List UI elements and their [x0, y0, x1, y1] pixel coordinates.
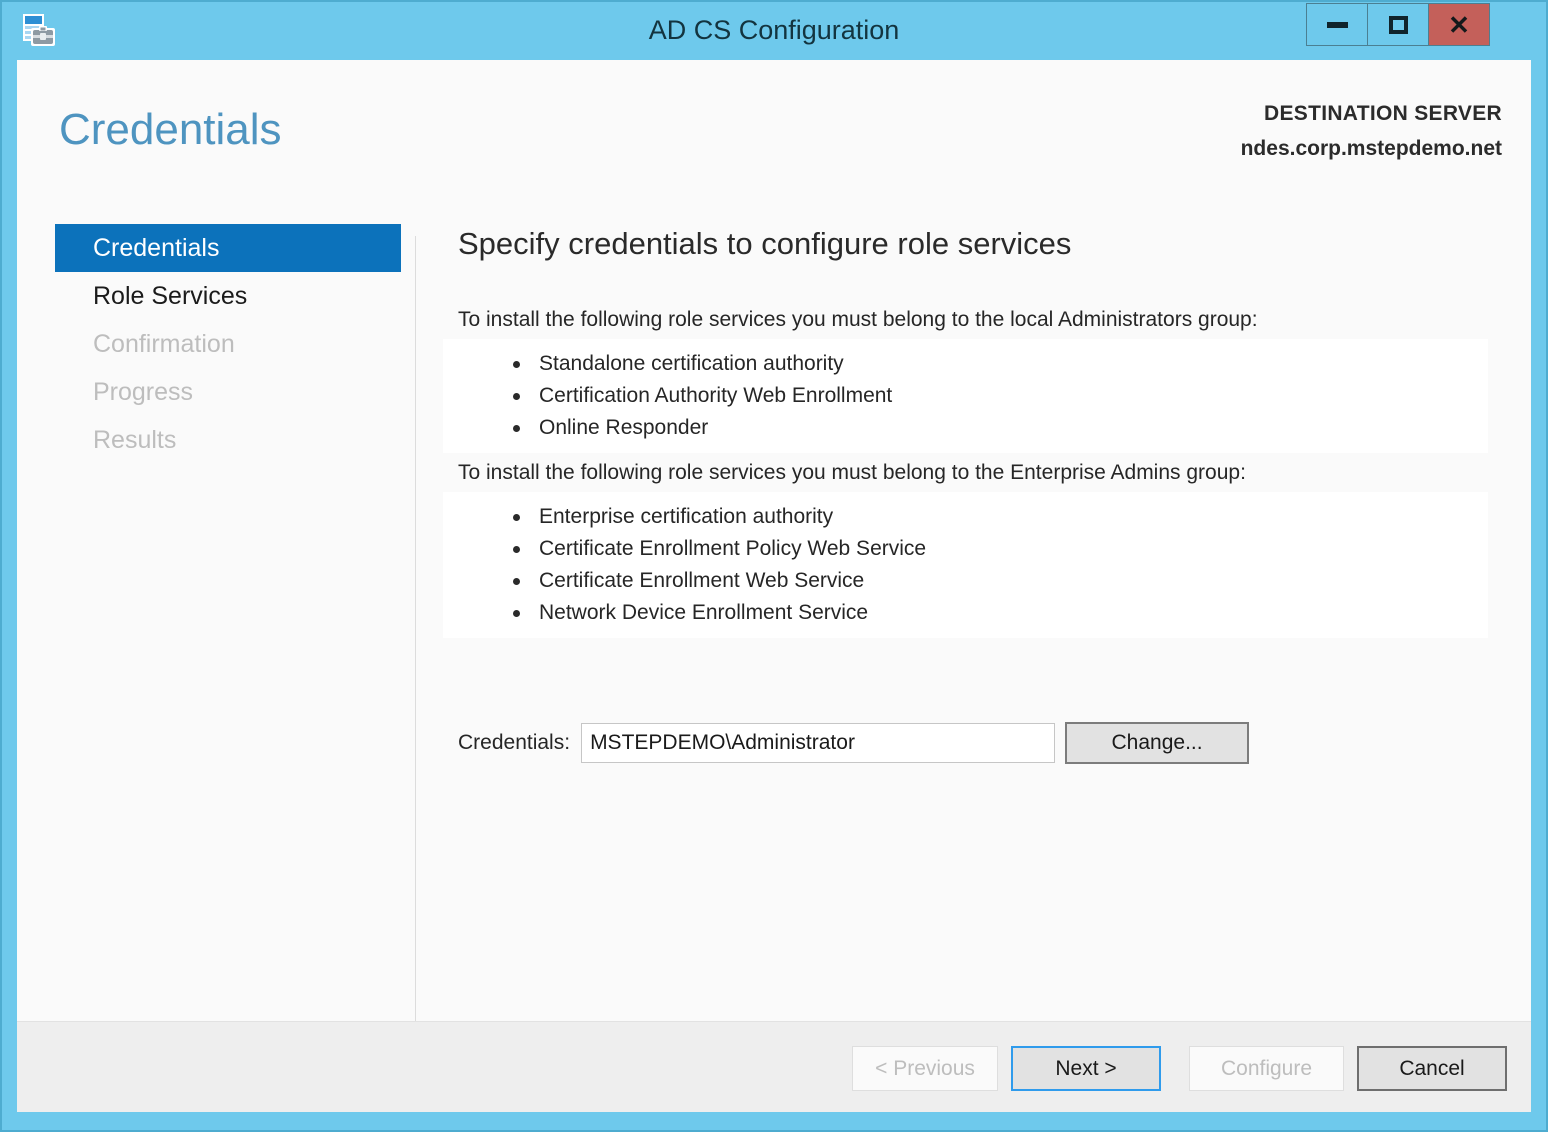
cancel-button[interactable]: Cancel [1357, 1046, 1507, 1091]
wizard-page: Credentials DESTINATION SERVER ndes.corp… [17, 60, 1531, 1112]
service-name: Certificate Enrollment Policy Web Servic… [539, 537, 927, 560]
adcs-configuration-window: AD CS Configuration ✕ Credentials DESTIN… [0, 0, 1548, 1132]
destination-server-block: DESTINATION SERVER ndes.corp.mstepdemo.n… [1241, 102, 1502, 161]
list-item: Certificate Enrollment Web Service [513, 565, 1488, 597]
close-icon: ✕ [1448, 9, 1470, 40]
sidebar-item-label: Credentials [93, 234, 220, 262]
service-name: Online Responder [539, 416, 709, 439]
list-item: Network Device Enrollment Service [513, 597, 1488, 629]
footer-button-group: < Previous Next > Configure Cancel [852, 1046, 1507, 1091]
sidebar-item-label: Confirmation [93, 330, 235, 358]
destination-server-label: DESTINATION SERVER [1264, 102, 1502, 125]
configure-button: Configure [1189, 1046, 1344, 1091]
service-name: Network Device Enrollment Service [539, 601, 869, 624]
main-content: Specify credentials to configure role se… [443, 218, 1505, 638]
list-item: Standalone certification authority [513, 348, 1488, 380]
change-credentials-button[interactable]: Change... [1065, 722, 1250, 764]
sidebar-divider [415, 236, 416, 1080]
enterprise-admins-service-list: Enterprise certification authority Certi… [443, 492, 1488, 638]
sidebar-item-confirmation: Confirmation [55, 320, 401, 368]
minimize-icon [1326, 21, 1348, 28]
service-name: Certificate Enrollment Web Service [539, 569, 865, 592]
service-name: Certification Authority Web Enrollment [539, 384, 893, 407]
list-item: Enterprise certification authority [513, 501, 1488, 533]
maximize-icon [1388, 15, 1408, 34]
sidebar-item-label: Results [93, 426, 177, 454]
sidebar-item-role-services[interactable]: Role Services [55, 272, 401, 320]
list-item: Certification Authority Web Enrollment [513, 380, 1488, 412]
maximize-button[interactable] [1367, 3, 1429, 46]
next-button[interactable]: Next > [1011, 1046, 1161, 1091]
close-button[interactable]: ✕ [1428, 3, 1490, 46]
page-header: Credentials DESTINATION SERVER ndes.corp… [17, 60, 1531, 210]
credentials-row: Credentials: Change... [458, 722, 1250, 764]
page-title: Credentials [59, 105, 282, 154]
window-controls: ✕ [1306, 3, 1490, 47]
sidebar-item-label: Progress [93, 378, 194, 406]
credentials-input[interactable] [581, 723, 1056, 763]
enterprise-admins-intro: To install the following role services y… [458, 461, 1246, 484]
service-name: Standalone certification authority [539, 352, 844, 375]
content-heading: Specify credentials to configure role se… [458, 226, 1072, 261]
minimize-button[interactable] [1306, 3, 1368, 46]
wizard-footer: < Previous Next > Configure Cancel [17, 1022, 1531, 1112]
service-name: Enterprise certification authority [539, 505, 834, 528]
destination-server-name: ndes.corp.mstepdemo.net [1240, 137, 1502, 160]
sidebar-item-progress: Progress [55, 368, 401, 416]
sidebar-item-label: Role Services [93, 282, 248, 310]
previous-button: < Previous [852, 1046, 998, 1091]
wizard-steps-sidebar: Credentials Role Services Confirmation P… [55, 224, 401, 464]
list-item: Online Responder [513, 412, 1488, 444]
list-item: Certificate Enrollment Policy Web Servic… [513, 533, 1488, 565]
local-admins-service-list: Standalone certification authority Certi… [443, 339, 1488, 453]
local-admins-intro: To install the following role services y… [458, 308, 1258, 331]
sidebar-item-results: Results [55, 416, 401, 464]
credentials-label: Credentials: [458, 731, 571, 754]
sidebar-item-credentials[interactable]: Credentials [55, 224, 401, 272]
title-bar: AD CS Configuration ✕ [2, 2, 1546, 60]
